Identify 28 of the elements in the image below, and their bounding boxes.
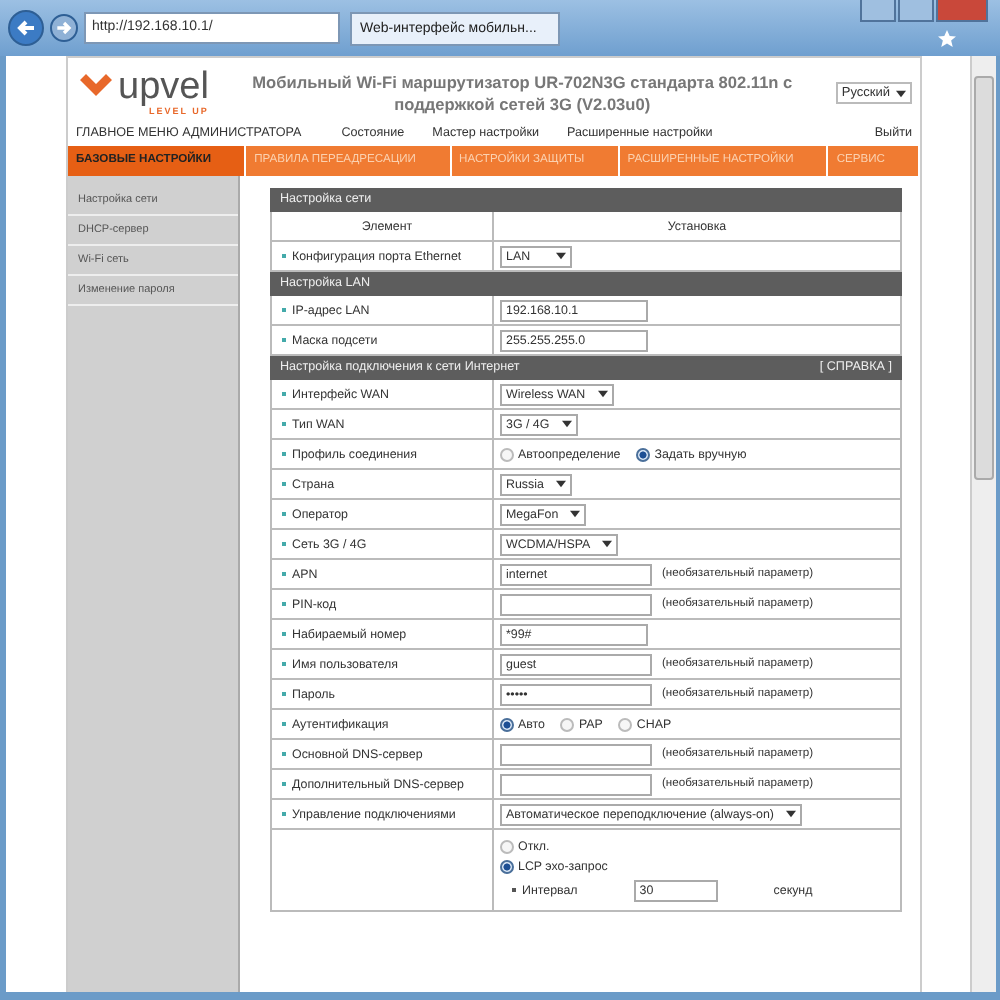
radio-button[interactable] bbox=[618, 717, 633, 731]
radio-button[interactable] bbox=[500, 447, 514, 461]
back-arrow-icon bbox=[14, 16, 38, 40]
back-button[interactable] bbox=[8, 10, 44, 46]
caret-icon bbox=[570, 510, 581, 518]
caret-icon bbox=[556, 252, 566, 260]
maximize-button[interactable] bbox=[898, 0, 934, 22]
minimize-button[interactable] bbox=[860, 0, 896, 22]
page-title: Мобильный Wi-Fi маршрутизатор UR-702N3G стандарта 802.11n с поддержкой сетей 3G (V2.03u0) bbox=[250, 71, 795, 115]
forward-button[interactable] bbox=[50, 14, 78, 42]
forward-arrow-icon bbox=[54, 18, 74, 38]
radio-button[interactable] bbox=[636, 447, 651, 461]
input-field[interactable] bbox=[500, 743, 652, 765]
input-field[interactable] bbox=[500, 773, 652, 795]
caret-icon bbox=[561, 420, 572, 428]
caret-icon bbox=[602, 540, 613, 548]
caret-icon bbox=[785, 810, 796, 818]
caret-icon bbox=[896, 89, 906, 97]
star-icon[interactable] bbox=[938, 30, 956, 48]
radio-button[interactable] bbox=[500, 859, 514, 873]
radio-button[interactable] bbox=[560, 717, 575, 731]
scrollbar[interactable] bbox=[970, 56, 996, 992]
input-field[interactable] bbox=[500, 593, 652, 615]
caret-icon bbox=[556, 480, 566, 488]
logo-text: upvel bbox=[118, 70, 209, 106]
radio-button[interactable] bbox=[500, 717, 514, 731]
caret-icon bbox=[597, 390, 608, 398]
radio-button[interactable] bbox=[500, 839, 514, 853]
